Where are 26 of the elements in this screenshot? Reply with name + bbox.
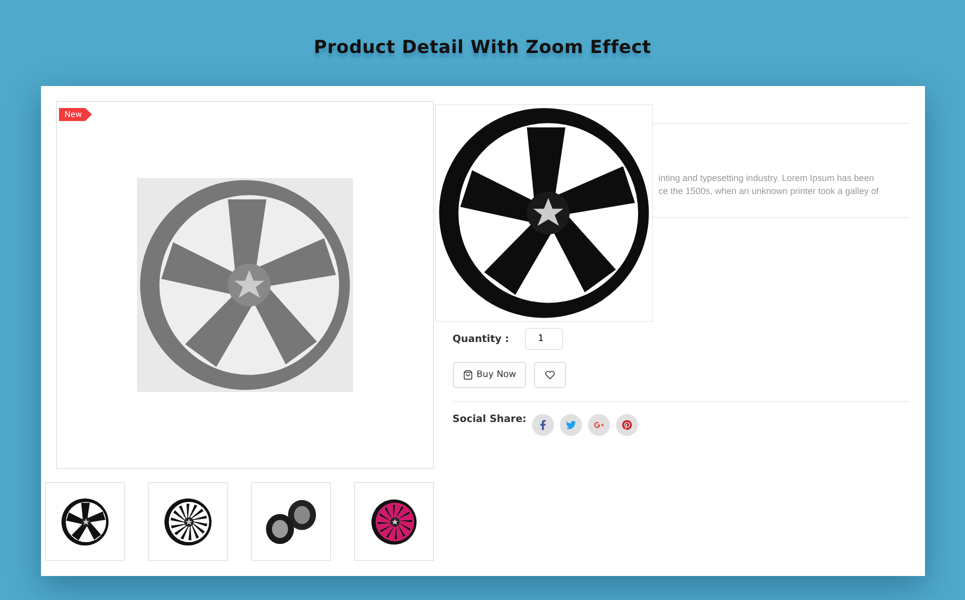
social-share-label: Social Share: bbox=[452, 414, 526, 425]
bag-icon bbox=[462, 370, 472, 380]
new-badge: New bbox=[58, 108, 92, 121]
social-share-button[interactable] bbox=[560, 414, 582, 436]
thumbnail[interactable] bbox=[354, 482, 434, 561]
wheel-drawing bbox=[164, 498, 212, 546]
social-share-button[interactable] bbox=[616, 414, 638, 436]
thumbnail[interactable] bbox=[250, 482, 330, 561]
wheel-drawing bbox=[370, 498, 416, 544]
facebook-icon bbox=[538, 420, 548, 430]
thumbnail[interactable] bbox=[44, 482, 124, 561]
wishlist-button[interactable] bbox=[534, 362, 566, 388]
product-description: inting and typesetting industry. Lorem Ipsum has been ce the 1500s, when an unknown printer took a galley of bbox=[658, 172, 880, 198]
buy-now-button[interactable]: Buy Now bbox=[452, 362, 526, 388]
quantity-field[interactable]: 1 bbox=[524, 328, 563, 350]
thumbnail[interactable] bbox=[148, 482, 228, 561]
wheels-drawing bbox=[264, 498, 318, 544]
page-title: Product Detail With Zoom Effect bbox=[314, 37, 652, 58]
wheel-drawing bbox=[60, 498, 108, 546]
google-plus-icon bbox=[594, 420, 604, 430]
heart-icon bbox=[545, 370, 556, 380]
social-share-button[interactable] bbox=[588, 414, 610, 436]
pinterest-icon bbox=[622, 420, 632, 430]
social-share-button[interactable] bbox=[532, 414, 554, 436]
quantity-label: Quantity : bbox=[452, 334, 509, 344]
twitter-icon bbox=[566, 420, 576, 430]
